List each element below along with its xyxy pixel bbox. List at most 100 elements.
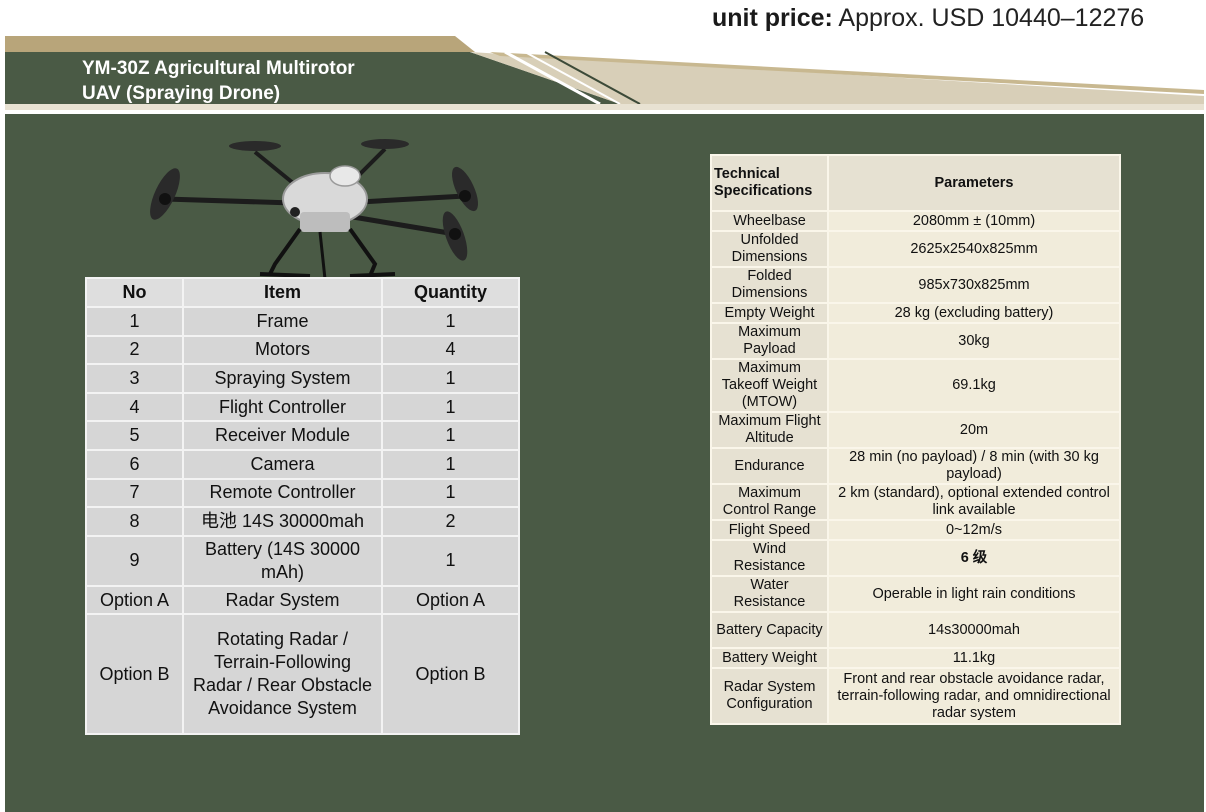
table-row: 9 Battery (14S 30000 mAh) 1 (87, 536, 518, 585)
spec-key: Folded Dimensions (712, 268, 827, 302)
table-row: 8 电池 14S 30000mah 2 (87, 508, 518, 535)
spec-value: 2080mm ± (10mm) (829, 212, 1119, 230)
row-quantity: 1 (383, 393, 518, 421)
row-number: Option B (87, 615, 182, 734)
row-number: 8 (87, 508, 182, 535)
spec-row: Flight Speed 0~12m/s (712, 521, 1119, 539)
spec-value: 28 min (no payload) / 8 min (with 30 kg … (829, 449, 1119, 483)
row-number: 4 (87, 393, 182, 421)
table-row: 4 Flight Controller 1 (87, 393, 518, 421)
row-quantity: 1 (383, 450, 518, 478)
row-quantity: Option A (383, 586, 518, 614)
table-row: 2 Motors 4 (87, 336, 518, 364)
spec-row: Radar System Configuration Front and rea… (712, 669, 1119, 723)
spec-row: Maximum Payload 30kg (712, 324, 1119, 358)
spec-value: 30kg (829, 324, 1119, 358)
spec-value: 2 km (standard), optional extended contr… (829, 485, 1119, 519)
row-item: Frame (184, 308, 381, 335)
row-item: Battery (14S 30000 mAh) (184, 536, 381, 585)
table-row: 1 Frame 1 (87, 308, 518, 335)
row-quantity: 2 (383, 508, 518, 535)
row-item: Motors (184, 336, 381, 364)
row-item: Remote Controller (184, 479, 381, 507)
table-row: Option A Radar System Option A (87, 586, 518, 614)
price-value: Approx. USD 10440–12276 (832, 4, 1145, 32)
spec-row: Unfolded Dimensions 2625x2540x825mm (712, 232, 1119, 266)
spraying-drone-icon (150, 139, 479, 280)
spec-row: Maximum Flight Altitude 20m (712, 413, 1119, 447)
spec-row: Wheelbase 2080mm ± (10mm) (712, 212, 1119, 230)
spec-row: Water Resistance Operable in light rain … (712, 577, 1119, 611)
main-panel: No Item Quantity 1 Frame 1 2 Motors 4 3 … (5, 114, 1204, 812)
row-item: Flight Controller (184, 393, 381, 421)
spec-key: Maximum Control Range (712, 485, 827, 519)
spec-row: Empty Weight 28 kg (excluding battery) (712, 304, 1119, 322)
column-header: Quantity (383, 279, 518, 306)
spec-value: 28 kg (excluding battery) (829, 304, 1119, 322)
page-title: YM-30Z Agricultural Multirotor UAV (Spra… (82, 56, 442, 106)
row-number: 2 (87, 336, 182, 364)
spec-key: Maximum Payload (712, 324, 827, 358)
spec-value: 69.1kg (829, 360, 1119, 411)
spec-value: 14s30000mah (829, 613, 1119, 647)
spec-value: 11.1kg (829, 649, 1119, 667)
row-number: 9 (87, 536, 182, 585)
row-quantity: 1 (383, 422, 518, 449)
spec-value: Front and rear obstacle avoidance radar,… (829, 669, 1119, 723)
spec-key: Unfolded Dimensions (712, 232, 827, 266)
table-row: 5 Receiver Module 1 (87, 422, 518, 449)
spec-value: 2625x2540x825mm (829, 232, 1119, 266)
row-quantity: Option B (383, 615, 518, 734)
unit-price: unit price: Approx. USD 10440–12276 (712, 2, 1152, 34)
spec-key: Maximum Flight Altitude (712, 413, 827, 447)
row-number: 1 (87, 308, 182, 335)
spec-key: Maximum Takeoff Weight (MTOW) (712, 360, 827, 411)
spec-value: 0~12m/s (829, 521, 1119, 539)
column-header: No (87, 279, 182, 306)
table-row: 7 Remote Controller 1 (87, 479, 518, 507)
spec-key: Battery Weight (712, 649, 827, 667)
spec-row: Wind Resistance 6 级 (712, 541, 1119, 575)
spec-table: Technical Specifications Parameters Whee… (710, 154, 1121, 725)
row-quantity: 1 (383, 308, 518, 335)
row-quantity: 1 (383, 479, 518, 507)
spec-row: Maximum Control Range 2 km (standard), o… (712, 485, 1119, 519)
price-label: unit price: (712, 4, 833, 32)
table-row: Option B Rotating Radar / Terrain-Follow… (87, 615, 518, 734)
spec-value: 985x730x825mm (829, 268, 1119, 302)
row-number: 5 (87, 422, 182, 449)
spec-value: 20m (829, 413, 1119, 447)
row-item: Radar System (184, 586, 381, 614)
row-quantity: 1 (383, 365, 518, 392)
spec-row: Maximum Takeoff Weight (MTOW) 69.1kg (712, 360, 1119, 411)
table-row: 6 Camera 1 (87, 450, 518, 478)
spec-key: Battery Capacity (712, 613, 827, 647)
spec-row: Battery Capacity 14s30000mah (712, 613, 1119, 647)
row-quantity: 4 (383, 336, 518, 364)
table-header-row: Technical Specifications Parameters (712, 156, 1119, 210)
spec-row: Battery Weight 11.1kg (712, 649, 1119, 667)
row-quantity: 1 (383, 536, 518, 585)
spec-key: Water Resistance (712, 577, 827, 611)
row-item: 电池 14S 30000mah (184, 508, 381, 535)
spec-value: 6 级 (829, 541, 1119, 575)
spec-key: Endurance (712, 449, 827, 483)
spec-key: Wheelbase (712, 212, 827, 230)
spec-key: Flight Speed (712, 521, 827, 539)
row-item: Spraying System (184, 365, 381, 392)
spec-key: Wind Resistance (712, 541, 827, 575)
column-header: Technical Specifications (712, 156, 827, 210)
row-number: 6 (87, 450, 182, 478)
parts-table: No Item Quantity 1 Frame 1 2 Motors 4 3 … (85, 277, 520, 736)
row-number: Option A (87, 586, 182, 614)
table-header-row: No Item Quantity (87, 279, 518, 306)
spec-row: Folded Dimensions 985x730x825mm (712, 268, 1119, 302)
spec-row: Endurance 28 min (no payload) / 8 min (w… (712, 449, 1119, 483)
header-banner: YM-30Z Agricultural Multirotor UAV (Spra… (0, 0, 1206, 112)
title-line-1: YM-30Z Agricultural Multirotor (82, 58, 355, 79)
table-row: 3 Spraying System 1 (87, 365, 518, 392)
spec-key: Empty Weight (712, 304, 827, 322)
row-item: Receiver Module (184, 422, 381, 449)
row-item: Camera (184, 450, 381, 478)
column-header: Parameters (829, 156, 1119, 210)
